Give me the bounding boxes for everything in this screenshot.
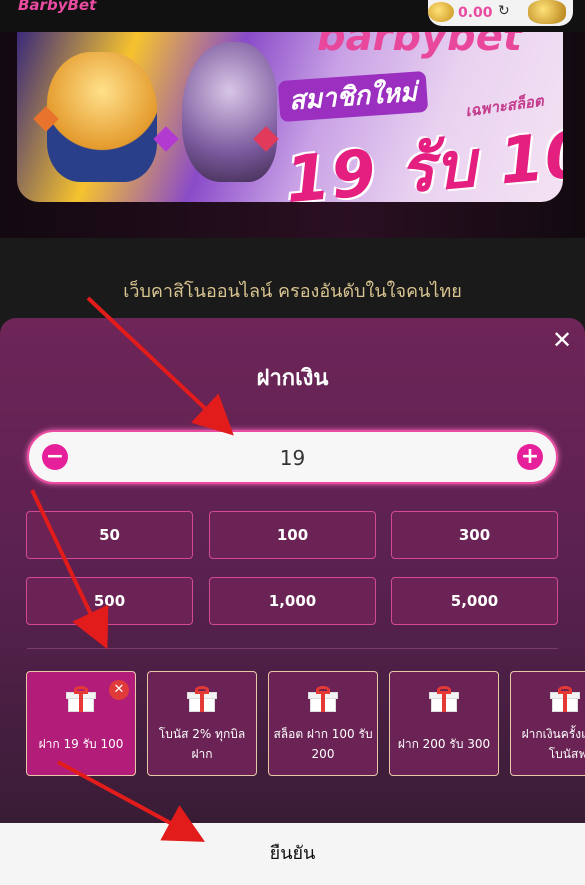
top-header: BarbyBet 0.00 ↻ <box>0 0 585 32</box>
confirm-button[interactable]: ยืนยัน <box>0 823 585 885</box>
banner-brand: barbybet <box>317 32 522 60</box>
modal-title: ฝากเงิน <box>256 366 329 391</box>
remove-icon[interactable]: ✕ <box>109 680 129 700</box>
promo-card[interactable]: สล็อต ฝาก 100 รับ 200 <box>268 671 378 776</box>
gift-icon <box>308 686 338 712</box>
divider <box>27 648 558 649</box>
amount-stepper[interactable]: − 19 + <box>27 430 558 484</box>
witch-character-image <box>182 42 277 182</box>
gift-icon <box>66 686 96 712</box>
banner-new-member-tag: สมาชิกใหม่ <box>277 70 429 123</box>
promo-label: สล็อต ฝาก 100 รับ 200 <box>273 727 373 761</box>
gem-icon <box>153 126 179 152</box>
preset-amount-button[interactable]: 50 <box>26 511 193 559</box>
promo-card[interactable]: ฝากเงินครั้งแรก รับโบนัสฟรี <box>510 671 585 776</box>
promo-label: ฝาก 200 รับ 300 <box>397 737 491 751</box>
amount-input[interactable]: 19 <box>29 446 556 470</box>
gift-icon <box>550 686 580 712</box>
site-tagline: เว็บคาสิโนออนไลน์ ครองอันดับในใจคนไทย <box>123 281 462 302</box>
wallet-amount: 0.00 <box>458 5 493 21</box>
close-icon[interactable]: ✕ <box>552 328 572 352</box>
coin-icon <box>428 2 454 22</box>
promo-card[interactable]: ฝาก 200 รับ 300 <box>389 671 499 776</box>
preset-amount-button[interactable]: 500 <box>26 577 193 625</box>
plus-icon[interactable]: + <box>517 444 543 470</box>
gift-icon <box>187 686 217 712</box>
gift-icon <box>429 686 459 712</box>
promo-label: โบนัส 2% ทุกบิลฝาก <box>158 727 246 761</box>
preset-amount-button[interactable]: 100 <box>209 511 376 559</box>
wallet-balance[interactable]: 0.00 ↻ <box>428 0 573 26</box>
refresh-icon[interactable]: ↻ <box>498 3 510 19</box>
preset-amount-button[interactable]: 1,000 <box>209 577 376 625</box>
preset-amount-button[interactable]: 300 <box>391 511 558 559</box>
coins-stack-icon <box>528 0 566 24</box>
promo-card-selected[interactable]: ฝาก 19 รับ 100 ✕ <box>26 671 136 776</box>
preset-amount-button[interactable]: 5,000 <box>391 577 558 625</box>
promo-card[interactable]: โบนัส 2% ทุกบิลฝาก <box>147 671 257 776</box>
site-logo[interactable]: BarbyBet <box>18 0 96 14</box>
hero-character-image <box>47 52 157 182</box>
promo-banner[interactable]: barbybet สมาชิกใหม่ เฉพาะสล็อต 19 รับ 10… <box>17 32 563 202</box>
promo-label: ฝาก 19 รับ 100 <box>38 737 124 751</box>
promo-label: ฝากเงินครั้งแรก รับโบนัสฟรี <box>521 727 585 761</box>
